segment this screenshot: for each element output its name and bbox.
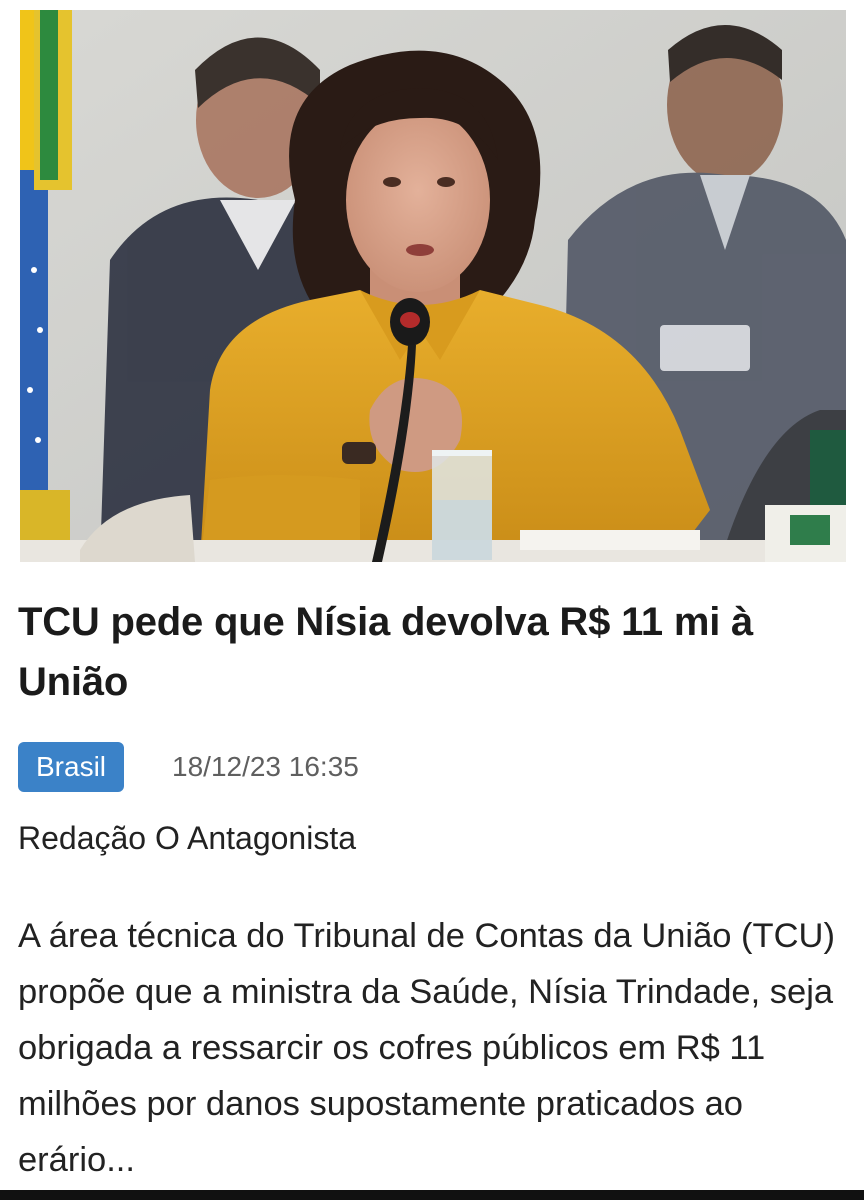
publish-timestamp: 18/12/23 16:35 bbox=[172, 751, 359, 782]
article-meta: Brasil 18/12/23 16:35 bbox=[18, 742, 359, 792]
article-headline[interactable]: TCU pede que Nísia devolva R$ 11 mi à Un… bbox=[18, 592, 838, 712]
article-hero-image[interactable] bbox=[20, 10, 846, 562]
bottom-edge-bar bbox=[0, 1190, 864, 1200]
water-glass bbox=[432, 450, 492, 560]
article-author: Redação O Antagonista bbox=[18, 820, 357, 856]
category-badge[interactable]: Brasil bbox=[18, 742, 125, 792]
article-summary: A área técnica do Tribunal de Contas da … bbox=[18, 917, 835, 1179]
hero-photo bbox=[20, 10, 846, 562]
